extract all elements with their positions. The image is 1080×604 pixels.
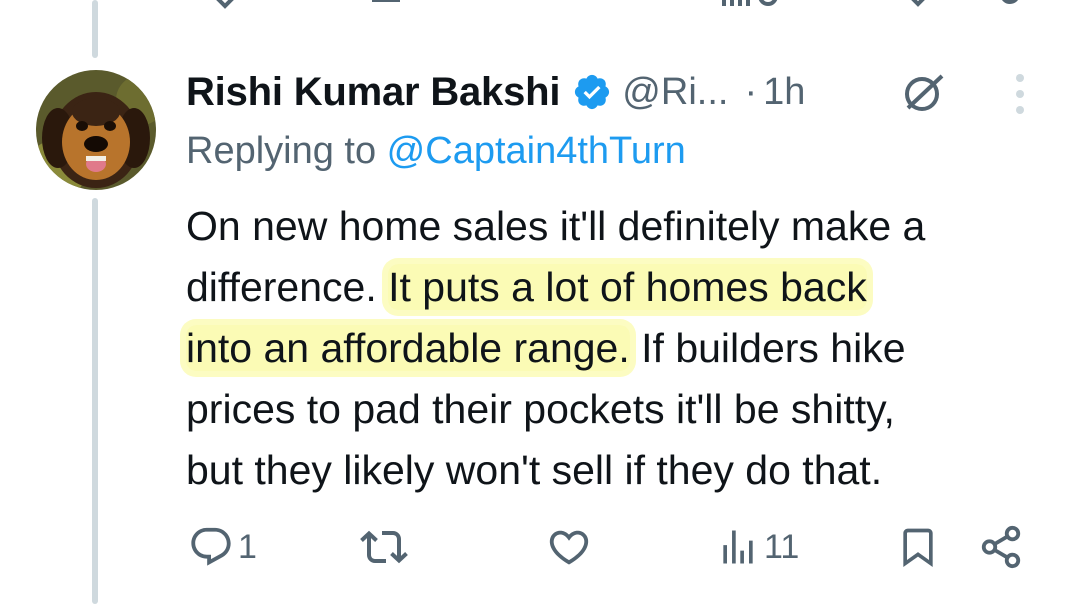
- text-segment: difference.: [186, 264, 389, 310]
- bookmark-button[interactable]: [896, 522, 940, 572]
- highlighted-text: It puts a lot of homes back: [388, 264, 867, 310]
- text-segment: If builders hike: [629, 325, 906, 371]
- avatar[interactable]: [36, 70, 156, 190]
- heart-icon: [549, 530, 589, 565]
- share-icon: [981, 525, 1021, 569]
- tweet-text-line: into an affordable range. If builders hi…: [186, 318, 1046, 379]
- views-icon: [723, 530, 753, 564]
- replying-to: Replying to @Captain4thTurn: [186, 130, 686, 173]
- replying-prefix: Replying to: [186, 130, 387, 172]
- retweet-icon[interactable]: [370, 0, 410, 12]
- share-button[interactable]: [978, 522, 1024, 572]
- bookmark-icon[interactable]: [898, 0, 938, 12]
- reply-button[interactable]: 1: [188, 522, 257, 572]
- previous-tweet-actions: [0, 0, 1080, 12]
- verified-badge-icon[interactable]: [572, 72, 612, 112]
- views-button[interactable]: 11: [716, 522, 799, 572]
- grok-icon[interactable]: [900, 68, 948, 116]
- timestamp[interactable]: 1h: [763, 71, 805, 114]
- tweet-text-line: prices to pad their pockets it'll be shi…: [186, 379, 1046, 440]
- tweet-text-line: difference. It puts a lot of homes back: [186, 257, 1046, 318]
- replying-to-mention[interactable]: @Captain4thTurn: [387, 130, 686, 172]
- more-vertical-icon[interactable]: [1006, 72, 1034, 116]
- highlighted-text: into an affordable range.: [186, 325, 630, 371]
- reply-count: 1: [238, 527, 257, 566]
- text-segment: On new home sales it'll definitely make …: [186, 203, 926, 249]
- text-segment: but they likely won't sell if they do th…: [186, 447, 883, 493]
- display-name[interactable]: Rishi Kumar Bakshi: [186, 70, 560, 115]
- tweet-text-line: but they likely won't sell if they do th…: [186, 440, 1046, 501]
- dog-avatar-image: [36, 70, 156, 190]
- views-count: 11: [764, 527, 800, 566]
- reply-icon: [191, 527, 231, 566]
- views-icon[interactable]: [720, 0, 780, 12]
- tweet-text-line: On new home sales it'll definitely make …: [186, 196, 1046, 257]
- tweet-action-bar: 1 11: [0, 522, 1080, 572]
- user-handle[interactable]: @Ri...: [622, 71, 728, 114]
- thread-line: [92, 0, 98, 58]
- tweet-text: On new home sales it'll definitely make …: [186, 196, 1046, 501]
- retweet-button[interactable]: [360, 522, 412, 572]
- separator-dot: ·: [744, 70, 758, 113]
- retweet-icon: [360, 530, 408, 564]
- tweet-header: Rishi Kumar Bakshi @Ri... · 1h: [186, 64, 805, 120]
- bookmark-icon: [903, 528, 933, 568]
- text-segment: prices to pad their pockets it'll be shi…: [186, 386, 895, 432]
- like-button[interactable]: [546, 522, 596, 572]
- share-icon[interactable]: [990, 0, 1030, 12]
- reply-icon[interactable]: [205, 0, 245, 12]
